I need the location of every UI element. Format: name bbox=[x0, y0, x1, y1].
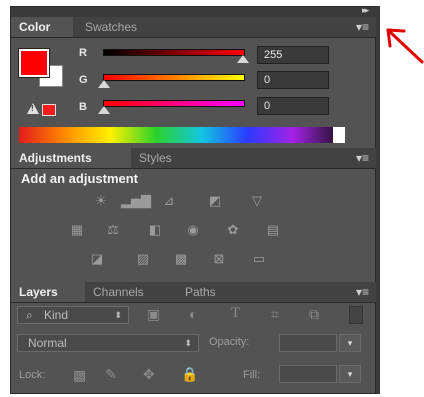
panel-menu-icon[interactable]: ▾≡ bbox=[356, 285, 369, 299]
color-balance-icon[interactable]: ⚖ bbox=[103, 223, 123, 237]
layers-panel-tabbar: Layers Channels Paths ▾≡ bbox=[11, 282, 377, 303]
out-of-gamut-warning-icon[interactable]: ! bbox=[27, 103, 39, 114]
hue-saturation-icon[interactable]: ▦ bbox=[67, 223, 87, 237]
filter-adjustment-icon[interactable]: ◐ bbox=[189, 306, 197, 322]
levels-icon[interactable]: ▂▅▇ bbox=[121, 194, 151, 208]
dock-header: ▸▸ bbox=[11, 5, 377, 17]
fill-field[interactable] bbox=[279, 365, 337, 383]
filter-kind-label: Kind bbox=[44, 308, 69, 322]
green-slider[interactable] bbox=[103, 74, 245, 81]
green-value-field[interactable]: 0 bbox=[257, 71, 329, 89]
collapse-panels-icon[interactable]: ▸▸ bbox=[362, 5, 369, 16]
channel-r-label: R bbox=[79, 47, 87, 59]
filter-toggle-switch[interactable] bbox=[349, 306, 363, 324]
black-white-icon[interactable]: ◧ bbox=[145, 223, 165, 237]
posterize-icon[interactable]: ▨ bbox=[133, 252, 153, 266]
tab-swatches[interactable]: Swatches bbox=[77, 17, 145, 37]
lock-position-icon[interactable]: ✥ bbox=[143, 366, 155, 383]
vibrance-icon[interactable]: ▽ bbox=[247, 194, 267, 208]
brightness-contrast-icon[interactable]: ☀ bbox=[91, 194, 111, 208]
chevron-updown-icon: ⬍ bbox=[114, 310, 122, 320]
red-slider[interactable] bbox=[103, 49, 245, 56]
lock-all-icon[interactable]: 🔒 bbox=[181, 366, 198, 383]
red-slider-thumb[interactable] bbox=[237, 55, 249, 63]
channel-mixer-icon[interactable]: ✿ bbox=[223, 223, 243, 237]
exposure-icon[interactable]: ◩ bbox=[205, 194, 225, 208]
filter-shape-icon[interactable]: ⌗ bbox=[271, 306, 279, 323]
opacity-field[interactable] bbox=[279, 334, 337, 352]
panel-menu-icon[interactable]: ▾≡ bbox=[356, 20, 369, 34]
red-value-field[interactable]: 255 bbox=[257, 46, 329, 64]
tab-color[interactable]: Color bbox=[11, 17, 73, 37]
gradient-map-icon[interactable]: ▭ bbox=[249, 252, 269, 266]
blue-slider[interactable] bbox=[103, 100, 245, 107]
opacity-label: Opacity: bbox=[209, 336, 250, 348]
panel-menu-icon[interactable]: ▾≡ bbox=[356, 151, 369, 165]
filter-type-icon[interactable]: T bbox=[231, 305, 240, 322]
invert-icon[interactable]: ◪ bbox=[87, 252, 107, 266]
channel-b-label: B bbox=[79, 101, 87, 113]
photo-filter-icon[interactable]: ◉ bbox=[183, 223, 203, 237]
filter-pixel-icon[interactable]: ▣ bbox=[147, 306, 160, 323]
tab-paths[interactable]: Paths bbox=[177, 282, 224, 302]
warning-glyph: ! bbox=[31, 104, 34, 113]
color-lookup-icon[interactable]: ▤ bbox=[263, 223, 283, 237]
photoshop-panel-dock: ▸▸ Color Swatches ▾≡ R 255 G 0 ! B 0 Adj… bbox=[10, 5, 377, 394]
lock-transparent-pixels-icon[interactable]: ▩ bbox=[73, 367, 86, 384]
tab-layers[interactable]: Layers bbox=[11, 282, 85, 302]
selective-color-icon[interactable]: ⊠ bbox=[209, 252, 229, 266]
search-icon: ⌕ bbox=[26, 308, 33, 322]
opacity-dropdown-arrow[interactable]: ▾ bbox=[339, 334, 361, 352]
layer-filter-kind-dropdown[interactable]: ⌕ Kind ⬍ bbox=[17, 306, 129, 324]
fill-dropdown-arrow[interactable]: ▾ bbox=[339, 365, 361, 383]
adjustments-heading: Add an adjustment bbox=[21, 171, 139, 186]
blue-slider-thumb[interactable] bbox=[98, 106, 110, 114]
threshold-icon[interactable]: ▩ bbox=[171, 252, 191, 266]
chevron-updown-icon: ⬍ bbox=[184, 338, 192, 348]
foreground-color-swatch[interactable] bbox=[19, 49, 49, 77]
lock-label: Lock: bbox=[19, 369, 46, 381]
fill-label: Fill: bbox=[243, 369, 261, 381]
curves-icon[interactable]: ⊿ bbox=[159, 194, 179, 208]
channel-g-label: G bbox=[79, 74, 88, 86]
tab-channels[interactable]: Channels bbox=[85, 282, 152, 302]
green-slider-thumb[interactable] bbox=[98, 80, 110, 88]
blend-mode-dropdown[interactable]: Normal ⬍ bbox=[17, 334, 199, 352]
white-swatch[interactable] bbox=[333, 127, 345, 143]
blend-mode-value: Normal bbox=[28, 336, 67, 350]
tab-adjustments[interactable]: Adjustments bbox=[11, 148, 131, 168]
filter-smart-object-icon[interactable]: ⧉ bbox=[309, 306, 319, 323]
red-pointer-arrow-icon bbox=[386, 28, 424, 64]
blue-value-field[interactable]: 0 bbox=[257, 97, 329, 115]
color-spectrum-ramp[interactable] bbox=[19, 127, 345, 143]
gamut-correction-swatch[interactable] bbox=[42, 104, 56, 116]
tab-styles[interactable]: Styles bbox=[131, 148, 180, 168]
color-panel-tabbar: Color Swatches ▾≡ bbox=[11, 17, 377, 38]
lock-image-pixels-icon[interactable]: ✎ bbox=[105, 366, 117, 383]
adjustments-panel-tabbar: Adjustments Styles ▾≡ bbox=[11, 148, 377, 169]
